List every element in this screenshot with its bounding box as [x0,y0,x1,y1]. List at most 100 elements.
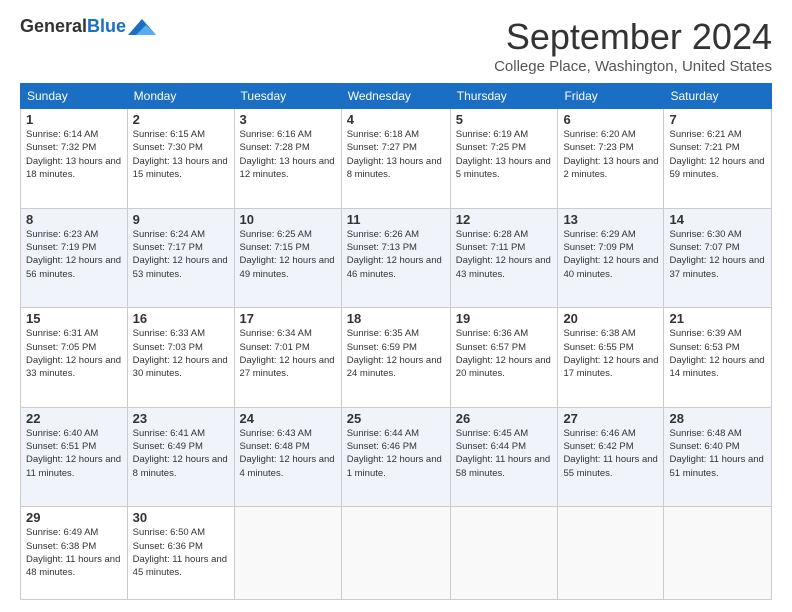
day-info: Sunrise: 6:43 AMSunset: 6:48 PMDaylight:… [240,427,336,480]
calendar-week-row: 22Sunrise: 6:40 AMSunset: 6:51 PMDayligh… [21,407,772,507]
day-info: Sunrise: 6:26 AMSunset: 7:13 PMDaylight:… [347,228,445,281]
day-number: 23 [133,411,229,426]
day-info: Sunrise: 6:30 AMSunset: 7:07 PMDaylight:… [669,228,766,281]
calendar-cell [450,507,558,600]
day-number: 17 [240,311,336,326]
calendar-cell: 22Sunrise: 6:40 AMSunset: 6:51 PMDayligh… [21,407,128,507]
day-number: 5 [456,112,553,127]
calendar-cell: 25Sunrise: 6:44 AMSunset: 6:46 PMDayligh… [341,407,450,507]
day-number: 19 [456,311,553,326]
day-number: 26 [456,411,553,426]
day-info: Sunrise: 6:35 AMSunset: 6:59 PMDaylight:… [347,327,445,380]
day-info: Sunrise: 6:29 AMSunset: 7:09 PMDaylight:… [563,228,658,281]
day-info: Sunrise: 6:36 AMSunset: 6:57 PMDaylight:… [456,327,553,380]
day-number: 8 [26,212,122,227]
calendar-table: SundayMondayTuesdayWednesdayThursdayFrid… [20,83,772,600]
calendar-cell: 27Sunrise: 6:46 AMSunset: 6:42 PMDayligh… [558,407,664,507]
day-info: Sunrise: 6:25 AMSunset: 7:15 PMDaylight:… [240,228,336,281]
calendar-cell [664,507,772,600]
location-title: College Place, Washington, United States [494,58,772,75]
header: GeneralBlue September 2024 College Place… [20,16,772,75]
day-number: 11 [347,212,445,227]
calendar-cell: 14Sunrise: 6:30 AMSunset: 7:07 PMDayligh… [664,208,772,308]
day-number: 9 [133,212,229,227]
day-info: Sunrise: 6:45 AMSunset: 6:44 PMDaylight:… [456,427,553,480]
day-info: Sunrise: 6:18 AMSunset: 7:27 PMDaylight:… [347,128,445,181]
calendar-cell: 3Sunrise: 6:16 AMSunset: 7:28 PMDaylight… [234,109,341,209]
day-info: Sunrise: 6:50 AMSunset: 6:36 PMDaylight:… [133,526,229,579]
calendar-cell: 9Sunrise: 6:24 AMSunset: 7:17 PMDaylight… [127,208,234,308]
day-info: Sunrise: 6:31 AMSunset: 7:05 PMDaylight:… [26,327,122,380]
day-number: 1 [26,112,122,127]
calendar-cell: 10Sunrise: 6:25 AMSunset: 7:15 PMDayligh… [234,208,341,308]
day-info: Sunrise: 6:46 AMSunset: 6:42 PMDaylight:… [563,427,658,480]
logo-icon [128,17,156,37]
calendar-cell: 29Sunrise: 6:49 AMSunset: 6:38 PMDayligh… [21,507,128,600]
calendar-cell: 15Sunrise: 6:31 AMSunset: 7:05 PMDayligh… [21,308,128,408]
calendar-cell: 8Sunrise: 6:23 AMSunset: 7:19 PMDaylight… [21,208,128,308]
calendar-cell: 16Sunrise: 6:33 AMSunset: 7:03 PMDayligh… [127,308,234,408]
day-info: Sunrise: 6:33 AMSunset: 7:03 PMDaylight:… [133,327,229,380]
calendar-cell: 30Sunrise: 6:50 AMSunset: 6:36 PMDayligh… [127,507,234,600]
calendar-cell: 19Sunrise: 6:36 AMSunset: 6:57 PMDayligh… [450,308,558,408]
day-number: 4 [347,112,445,127]
day-of-week-thursday: Thursday [450,84,558,109]
calendar-cell: 20Sunrise: 6:38 AMSunset: 6:55 PMDayligh… [558,308,664,408]
calendar-cell: 1Sunrise: 6:14 AMSunset: 7:32 PMDaylight… [21,109,128,209]
calendar-cell: 17Sunrise: 6:34 AMSunset: 7:01 PMDayligh… [234,308,341,408]
day-info: Sunrise: 6:38 AMSunset: 6:55 PMDaylight:… [563,327,658,380]
day-number: 10 [240,212,336,227]
calendar-cell: 18Sunrise: 6:35 AMSunset: 6:59 PMDayligh… [341,308,450,408]
logo: GeneralBlue [20,16,156,37]
day-number: 21 [669,311,766,326]
calendar-cell: 11Sunrise: 6:26 AMSunset: 7:13 PMDayligh… [341,208,450,308]
day-number: 30 [133,510,229,525]
day-info: Sunrise: 6:49 AMSunset: 6:38 PMDaylight:… [26,526,122,579]
day-number: 12 [456,212,553,227]
calendar-cell: 12Sunrise: 6:28 AMSunset: 7:11 PMDayligh… [450,208,558,308]
logo-general: GeneralBlue [20,16,126,37]
calendar-cell: 23Sunrise: 6:41 AMSunset: 6:49 PMDayligh… [127,407,234,507]
day-number: 13 [563,212,658,227]
calendar-cell: 6Sunrise: 6:20 AMSunset: 7:23 PMDaylight… [558,109,664,209]
day-info: Sunrise: 6:24 AMSunset: 7:17 PMDaylight:… [133,228,229,281]
calendar-week-row: 1Sunrise: 6:14 AMSunset: 7:32 PMDaylight… [21,109,772,209]
day-info: Sunrise: 6:15 AMSunset: 7:30 PMDaylight:… [133,128,229,181]
day-of-week-tuesday: Tuesday [234,84,341,109]
calendar-cell [234,507,341,600]
day-of-week-friday: Friday [558,84,664,109]
calendar-cell: 4Sunrise: 6:18 AMSunset: 7:27 PMDaylight… [341,109,450,209]
title-block: September 2024 College Place, Washington… [494,16,772,75]
day-number: 3 [240,112,336,127]
day-number: 25 [347,411,445,426]
calendar-cell: 7Sunrise: 6:21 AMSunset: 7:21 PMDaylight… [664,109,772,209]
day-of-week-saturday: Saturday [664,84,772,109]
day-number: 29 [26,510,122,525]
day-number: 16 [133,311,229,326]
day-info: Sunrise: 6:41 AMSunset: 6:49 PMDaylight:… [133,427,229,480]
page: GeneralBlue September 2024 College Place… [0,0,792,612]
day-of-week-wednesday: Wednesday [341,84,450,109]
calendar-cell: 5Sunrise: 6:19 AMSunset: 7:25 PMDaylight… [450,109,558,209]
day-number: 6 [563,112,658,127]
calendar-cell: 21Sunrise: 6:39 AMSunset: 6:53 PMDayligh… [664,308,772,408]
day-number: 15 [26,311,122,326]
day-info: Sunrise: 6:44 AMSunset: 6:46 PMDaylight:… [347,427,445,480]
day-info: Sunrise: 6:48 AMSunset: 6:40 PMDaylight:… [669,427,766,480]
calendar-cell: 28Sunrise: 6:48 AMSunset: 6:40 PMDayligh… [664,407,772,507]
calendar-cell: 13Sunrise: 6:29 AMSunset: 7:09 PMDayligh… [558,208,664,308]
day-number: 22 [26,411,122,426]
day-info: Sunrise: 6:28 AMSunset: 7:11 PMDaylight:… [456,228,553,281]
day-info: Sunrise: 6:19 AMSunset: 7:25 PMDaylight:… [456,128,553,181]
day-info: Sunrise: 6:34 AMSunset: 7:01 PMDaylight:… [240,327,336,380]
calendar-week-row: 29Sunrise: 6:49 AMSunset: 6:38 PMDayligh… [21,507,772,600]
day-number: 18 [347,311,445,326]
day-info: Sunrise: 6:23 AMSunset: 7:19 PMDaylight:… [26,228,122,281]
calendar-header-row: SundayMondayTuesdayWednesdayThursdayFrid… [21,84,772,109]
day-number: 24 [240,411,336,426]
day-number: 27 [563,411,658,426]
day-number: 14 [669,212,766,227]
calendar-cell: 2Sunrise: 6:15 AMSunset: 7:30 PMDaylight… [127,109,234,209]
day-info: Sunrise: 6:14 AMSunset: 7:32 PMDaylight:… [26,128,122,181]
calendar-cell [558,507,664,600]
